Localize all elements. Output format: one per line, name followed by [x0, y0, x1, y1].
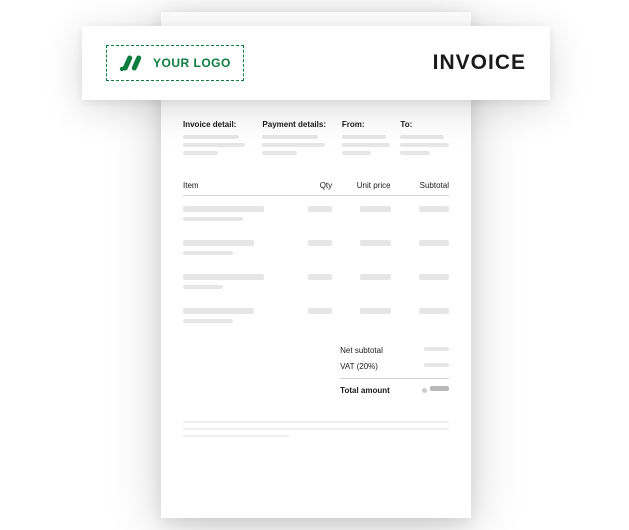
summary-divider [340, 378, 449, 379]
placeholder-line [183, 151, 218, 155]
vat-label: VAT (20%) [340, 362, 406, 371]
placeholder-line [262, 143, 324, 147]
placeholder-line [183, 143, 245, 147]
payment-details-label: Payment details: [262, 120, 331, 129]
price-cell [340, 206, 390, 216]
placeholder-line [419, 274, 449, 280]
col-subtotal-label: Subtotal [399, 181, 449, 190]
invoice-title: INVOICE [433, 51, 526, 75]
table-row [183, 308, 449, 328]
net-subtotal-value [414, 347, 449, 355]
placeholder-line [419, 308, 449, 314]
col-price-label: Unit price [340, 181, 390, 190]
from-col: From: [342, 120, 391, 159]
placeholder-line [183, 135, 239, 139]
placeholder-line [308, 308, 332, 314]
line-items-header: Item Qty Unit price Subtotal [183, 181, 449, 196]
details-section: Invoice detail: Payment details: From: T… [183, 120, 449, 159]
placeholder-line [430, 386, 449, 391]
placeholder-line [424, 363, 449, 367]
to-label: To: [400, 120, 449, 129]
placeholder-line [183, 319, 233, 323]
total-amount-value [414, 386, 449, 395]
table-row [183, 240, 449, 260]
placeholder-line [183, 428, 449, 430]
placeholder-line [262, 135, 318, 139]
placeholder-line [400, 135, 444, 139]
qty-cell [292, 206, 332, 216]
payment-details-col: Payment details: [262, 120, 331, 159]
item-cell [183, 308, 284, 328]
item-cell [183, 206, 284, 226]
placeholder-line [360, 274, 390, 280]
placeholder-line [183, 206, 264, 212]
invoice-detail-col: Invoice detail: [183, 120, 252, 159]
logo-text: YOUR LOGO [153, 56, 231, 70]
qty-cell [292, 308, 332, 318]
price-cell [340, 240, 390, 250]
item-cell [183, 274, 284, 294]
placeholder-line [424, 347, 449, 351]
summary-section: Net subtotal VAT (20%) Total amount [183, 346, 449, 395]
placeholder-line [183, 435, 289, 437]
placeholder-line [360, 240, 390, 246]
logo-placeholder[interactable]: YOUR LOGO [106, 45, 244, 81]
currency-dot-icon [422, 388, 427, 393]
col-item-label: Item [183, 181, 284, 190]
placeholder-line [308, 240, 332, 246]
table-row [183, 206, 449, 226]
placeholder-line [342, 143, 391, 147]
price-cell [340, 274, 390, 284]
qty-cell [292, 274, 332, 284]
placeholder-line [183, 308, 254, 314]
placeholder-line [360, 206, 390, 212]
footer-notes [183, 421, 449, 437]
placeholder-line [419, 206, 449, 212]
placeholder-line [308, 206, 332, 212]
logo-mark-icon [119, 54, 145, 72]
price-cell [340, 308, 390, 318]
col-qty-label: Qty [292, 181, 332, 190]
placeholder-line [342, 151, 371, 155]
placeholder-line [183, 421, 449, 423]
total-amount-label: Total amount [340, 386, 406, 395]
placeholder-line [183, 274, 264, 280]
placeholder-line [183, 251, 233, 255]
placeholder-line [183, 217, 243, 221]
qty-cell [292, 240, 332, 250]
placeholder-line [262, 151, 297, 155]
placeholder-line [360, 308, 390, 314]
placeholder-line [342, 135, 386, 139]
subtotal-cell [399, 274, 449, 284]
from-label: From: [342, 120, 391, 129]
placeholder-line [183, 285, 223, 289]
vat-value [414, 363, 449, 371]
placeholder-line [183, 240, 254, 246]
subtotal-cell [399, 206, 449, 216]
table-row [183, 274, 449, 294]
net-subtotal-label: Net subtotal [340, 346, 406, 355]
subtotal-cell [399, 308, 449, 318]
placeholder-line [419, 240, 449, 246]
placeholder-line [400, 143, 449, 147]
to-col: To: [400, 120, 449, 159]
placeholder-line [308, 274, 332, 280]
subtotal-cell [399, 240, 449, 250]
placeholder-line [400, 151, 429, 155]
item-cell [183, 240, 284, 260]
invoice-detail-label: Invoice detail: [183, 120, 252, 129]
invoice-header-bar: YOUR LOGO INVOICE [82, 26, 550, 100]
